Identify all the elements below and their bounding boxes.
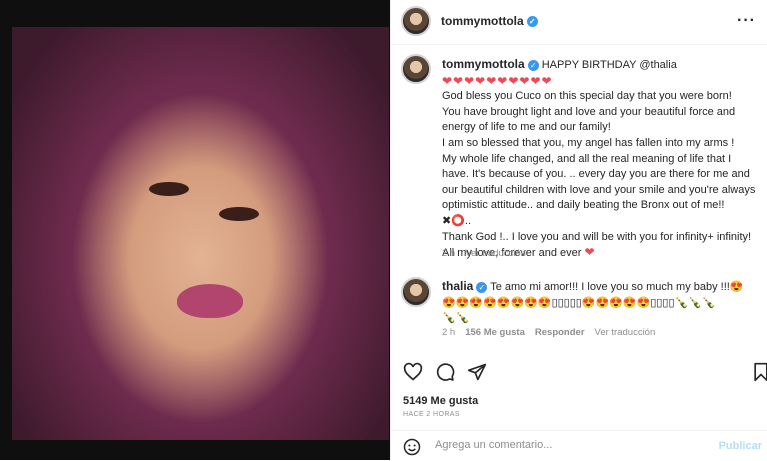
caption-author[interactable]: tommymottola (442, 57, 525, 71)
caption-line: My whole life changed, and all the real … (442, 152, 756, 212)
bookmark-icon[interactable] (751, 362, 767, 382)
author-username[interactable]: tommymottola ✓ (441, 14, 538, 28)
reply-text: Te amo mi amor!!! I love you so much my … (490, 281, 744, 293)
post-sidebar: tommymottola ✓ ··· tommymottola ✓ HAPPY BI… (390, 0, 767, 460)
more-icon[interactable]: ··· (737, 12, 756, 30)
caption-avatar[interactable] (401, 54, 431, 84)
reply-likes[interactable]: 156 Me gusta (465, 327, 525, 338)
reply-meta: 2 h 156 Me gusta Responder Ver traducción (442, 327, 665, 338)
photo-lips (177, 284, 243, 318)
reply-emojis-2: 🍾🍾 (442, 312, 470, 325)
post-media-pane (0, 0, 390, 460)
post-photo[interactable] (12, 27, 389, 440)
comment-input[interactable] (433, 438, 707, 452)
reply-emojis: 😍😍😍😍😍😍😍😍▯▯▯▯▯😍😍😍😍😍▯▯▯▯🍾🍾🍾 (442, 296, 716, 309)
caption-line: Thank God !.. I love you and will be wit… (442, 230, 752, 243)
caption-line: God bless you Cuco on this special day t… (442, 90, 732, 103)
caption-heart-end: ❤ (584, 245, 596, 260)
heart-icon[interactable] (403, 362, 423, 382)
likes-count[interactable]: 5149 Me gusta (403, 395, 478, 407)
reply-respond-button[interactable]: Responder (535, 327, 585, 338)
caption-translate-link[interactable]: Ver traducción (465, 248, 526, 259)
verified-badge-icon: ✓ (527, 59, 539, 71)
comment-bar: Publicar (391, 430, 767, 461)
caption-hearts: ❤❤❤❤❤❤❤❤❤❤ (442, 73, 553, 88)
publish-button[interactable]: Publicar (719, 440, 762, 452)
verified-badge-icon: ✓ (476, 281, 488, 293)
reply-time: 2 h (442, 327, 456, 338)
caption-line: I am so blessed that you, my angel has f… (442, 136, 735, 149)
verified-badge-icon: ✓ (526, 16, 538, 28)
caption-emojis: ✖⭕.. (442, 214, 472, 227)
emoji-icon[interactable] (403, 438, 421, 456)
caption-time: 2 h (442, 248, 456, 259)
reply-comment: thalia ✓ Te amo mi amor!!! I love you so … (442, 279, 760, 327)
caption-first-line: HAPPY BIRTHDAY @thalia (541, 59, 677, 71)
post-caption: tommymottola ✓ HAPPY BIRTHDAY @thalia ❤❤❤… (442, 57, 760, 262)
photo-eye-left (149, 182, 189, 196)
caption-line: You have brought light and love and your… (442, 105, 736, 134)
caption-meta: 2 h Ver traducción (442, 248, 536, 259)
photo-eye-right (219, 207, 259, 221)
post-header: tommymottola ✓ ··· (391, 0, 767, 45)
share-icon[interactable] (467, 362, 487, 382)
reply-avatar[interactable] (401, 277, 431, 307)
reply-author[interactable]: thalia (442, 279, 473, 293)
author-username-text[interactable]: tommymottola (441, 14, 524, 28)
reply-translate-link[interactable]: Ver traducción (595, 327, 656, 338)
author-avatar[interactable] (401, 6, 431, 36)
post-time-ago: HACE 2 HORAS (403, 411, 460, 418)
comment-icon[interactable] (435, 362, 455, 382)
post-actions (391, 352, 767, 392)
